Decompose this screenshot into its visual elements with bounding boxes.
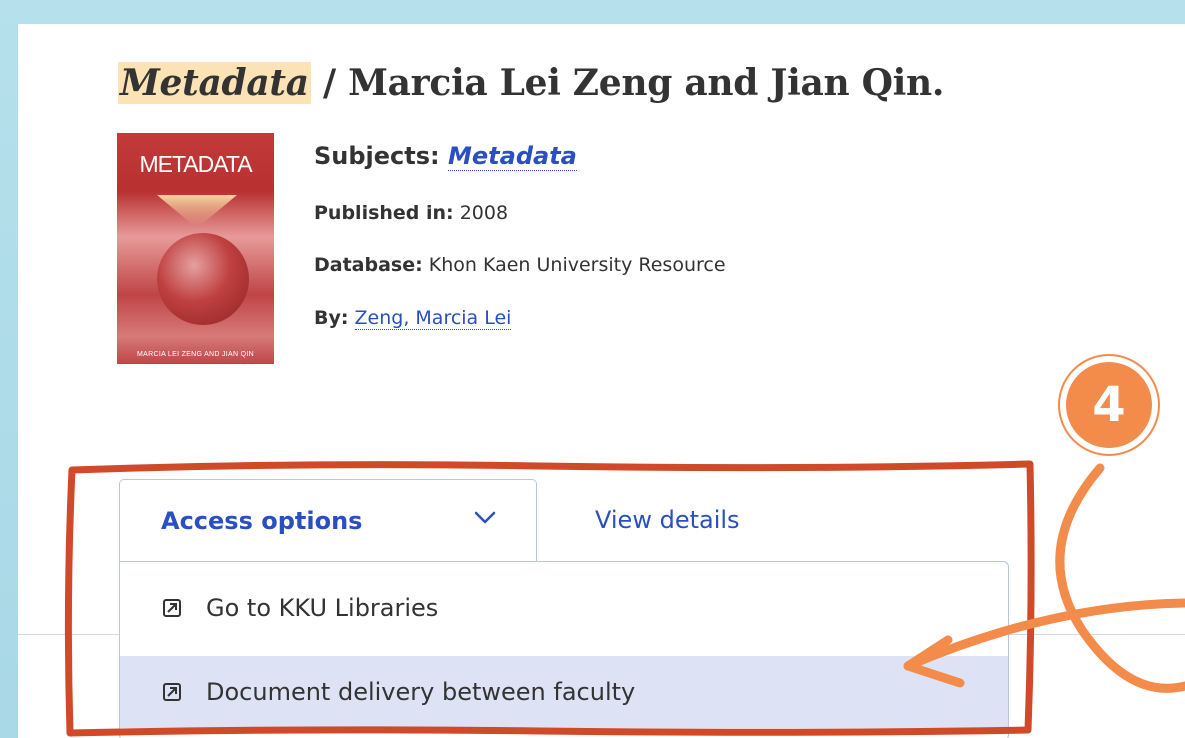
- pointer-arrow-shaft: [903, 598, 1185, 671]
- pointer-arrow: [1055, 463, 1185, 693]
- annotation-overlay: [64, 460, 1185, 737]
- highlight-frame: [64, 460, 1035, 737]
